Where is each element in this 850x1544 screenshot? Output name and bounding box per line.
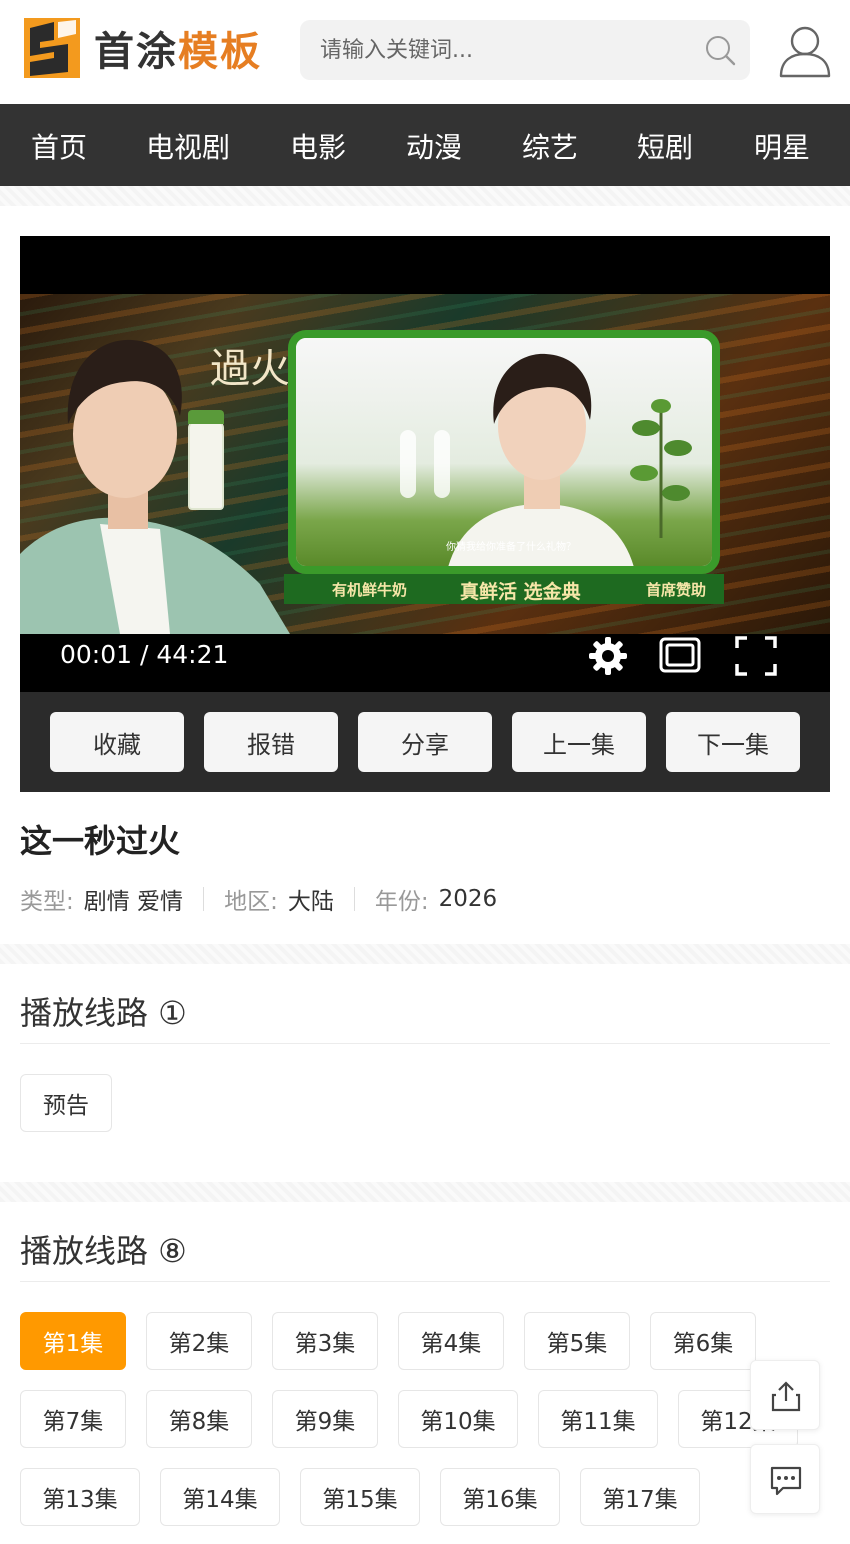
year-label: 年份: [374,889,429,915]
region-value[interactable]: 大陆 [288,882,334,916]
next-episode-button[interactable]: 下一集 [666,712,800,772]
divider [0,186,850,206]
episode-button[interactable]: 预告 [20,1074,112,1132]
logo[interactable]: 首涂模板 [24,18,262,78]
nav-item-star[interactable]: 明星 [754,126,810,166]
nav-item-short[interactable]: 短剧 [637,126,693,166]
ad-title: 過火 [210,346,290,392]
year-value[interactable]: 2026 [439,886,498,912]
time-display: 00:01 / 44:21 [60,640,229,669]
favorite-button[interactable]: 收藏 [50,712,184,772]
episode-button[interactable]: 第16集 [440,1468,560,1526]
search-input[interactable] [320,20,690,80]
prev-episode-button[interactable]: 上一集 [512,712,646,772]
ad-frame: 你猜我给你准备了什么礼物？ [288,330,720,574]
route-title: 播放线路 ⑧ [20,1232,187,1270]
pause-icon[interactable] [400,430,452,498]
search-bar [300,20,750,80]
episode-button[interactable]: 第9集 [272,1390,378,1448]
episode-button-active[interactable]: 第1集 [20,1312,126,1370]
region-label: 地区: [224,889,278,915]
comment-icon [770,1466,802,1496]
fullscreen-icon[interactable] [734,634,778,678]
report-button[interactable]: 报错 [204,712,338,772]
pip-icon[interactable] [658,634,702,678]
settings-icon[interactable] [586,634,630,678]
divider [0,944,850,964]
logo-icon [24,18,80,78]
video-frame[interactable]: 過火 你猜我给你准备了什么礼物？ 有机鲜牛奶 真鲜活 选金典 首席赞助 [20,294,830,634]
episode-button[interactable]: 第7集 [20,1390,126,1448]
nav-item-variety[interactable]: 综艺 [522,126,578,166]
show-title: 这一秒过火 [20,822,181,860]
route-title: 播放线路 ① [20,994,187,1032]
episode-button[interactable]: 第14集 [160,1468,280,1526]
product-bottle [188,410,224,510]
episode-button[interactable]: 第3集 [272,1312,378,1370]
episode-button[interactable]: 第13集 [20,1468,140,1526]
nav-item-home[interactable]: 首页 [31,126,87,166]
share-icon [771,1381,801,1412]
nav-item-movie[interactable]: 电影 [290,126,346,166]
nav-item-tv[interactable]: 电视剧 [146,126,230,166]
type-value[interactable]: 剧情 爱情 [84,882,183,916]
show-meta: 类型: 剧情 爱情 地区: 大陆 年份: 2026 [20,882,497,916]
main-nav: 首页 电视剧 电影 动漫 综艺 短剧 明星 [0,104,850,186]
float-share-button[interactable] [750,1360,820,1430]
header: 首涂模板 [0,0,850,104]
episode-button[interactable]: 第17集 [580,1468,700,1526]
logo-text: 首涂模板 [94,29,262,75]
user-icon[interactable] [778,24,832,78]
episode-button[interactable]: 第6集 [650,1312,756,1370]
nav-item-anime[interactable]: 动漫 [406,126,462,166]
episode-button[interactable]: 第2集 [146,1312,252,1370]
episode-button[interactable]: 第5集 [524,1312,630,1370]
type-label: 类型: [20,889,74,915]
video-player[interactable]: 過火 你猜我给你准备了什么礼物？ 有机鲜牛奶 真鲜活 选金典 首席赞助 00:0… [20,236,830,792]
episode-button[interactable]: 第10集 [398,1390,518,1448]
search-icon[interactable] [704,34,736,66]
ad-banner: 有机鲜牛奶 真鲜活 选金典 首席赞助 [284,574,724,604]
episode-button[interactable]: 第8集 [146,1390,252,1448]
player-actions: 收藏 报错 分享 上一集 下一集 [20,692,830,792]
video-subtitle: 你猜我给你准备了什么礼物？ [446,542,576,553]
float-comment-button[interactable] [750,1444,820,1514]
episode-button[interactable]: 第11集 [538,1390,658,1448]
share-button[interactable]: 分享 [358,712,492,772]
episode-button[interactable]: 第4集 [398,1312,504,1370]
divider [0,1182,850,1202]
episode-button[interactable]: 第15集 [300,1468,420,1526]
